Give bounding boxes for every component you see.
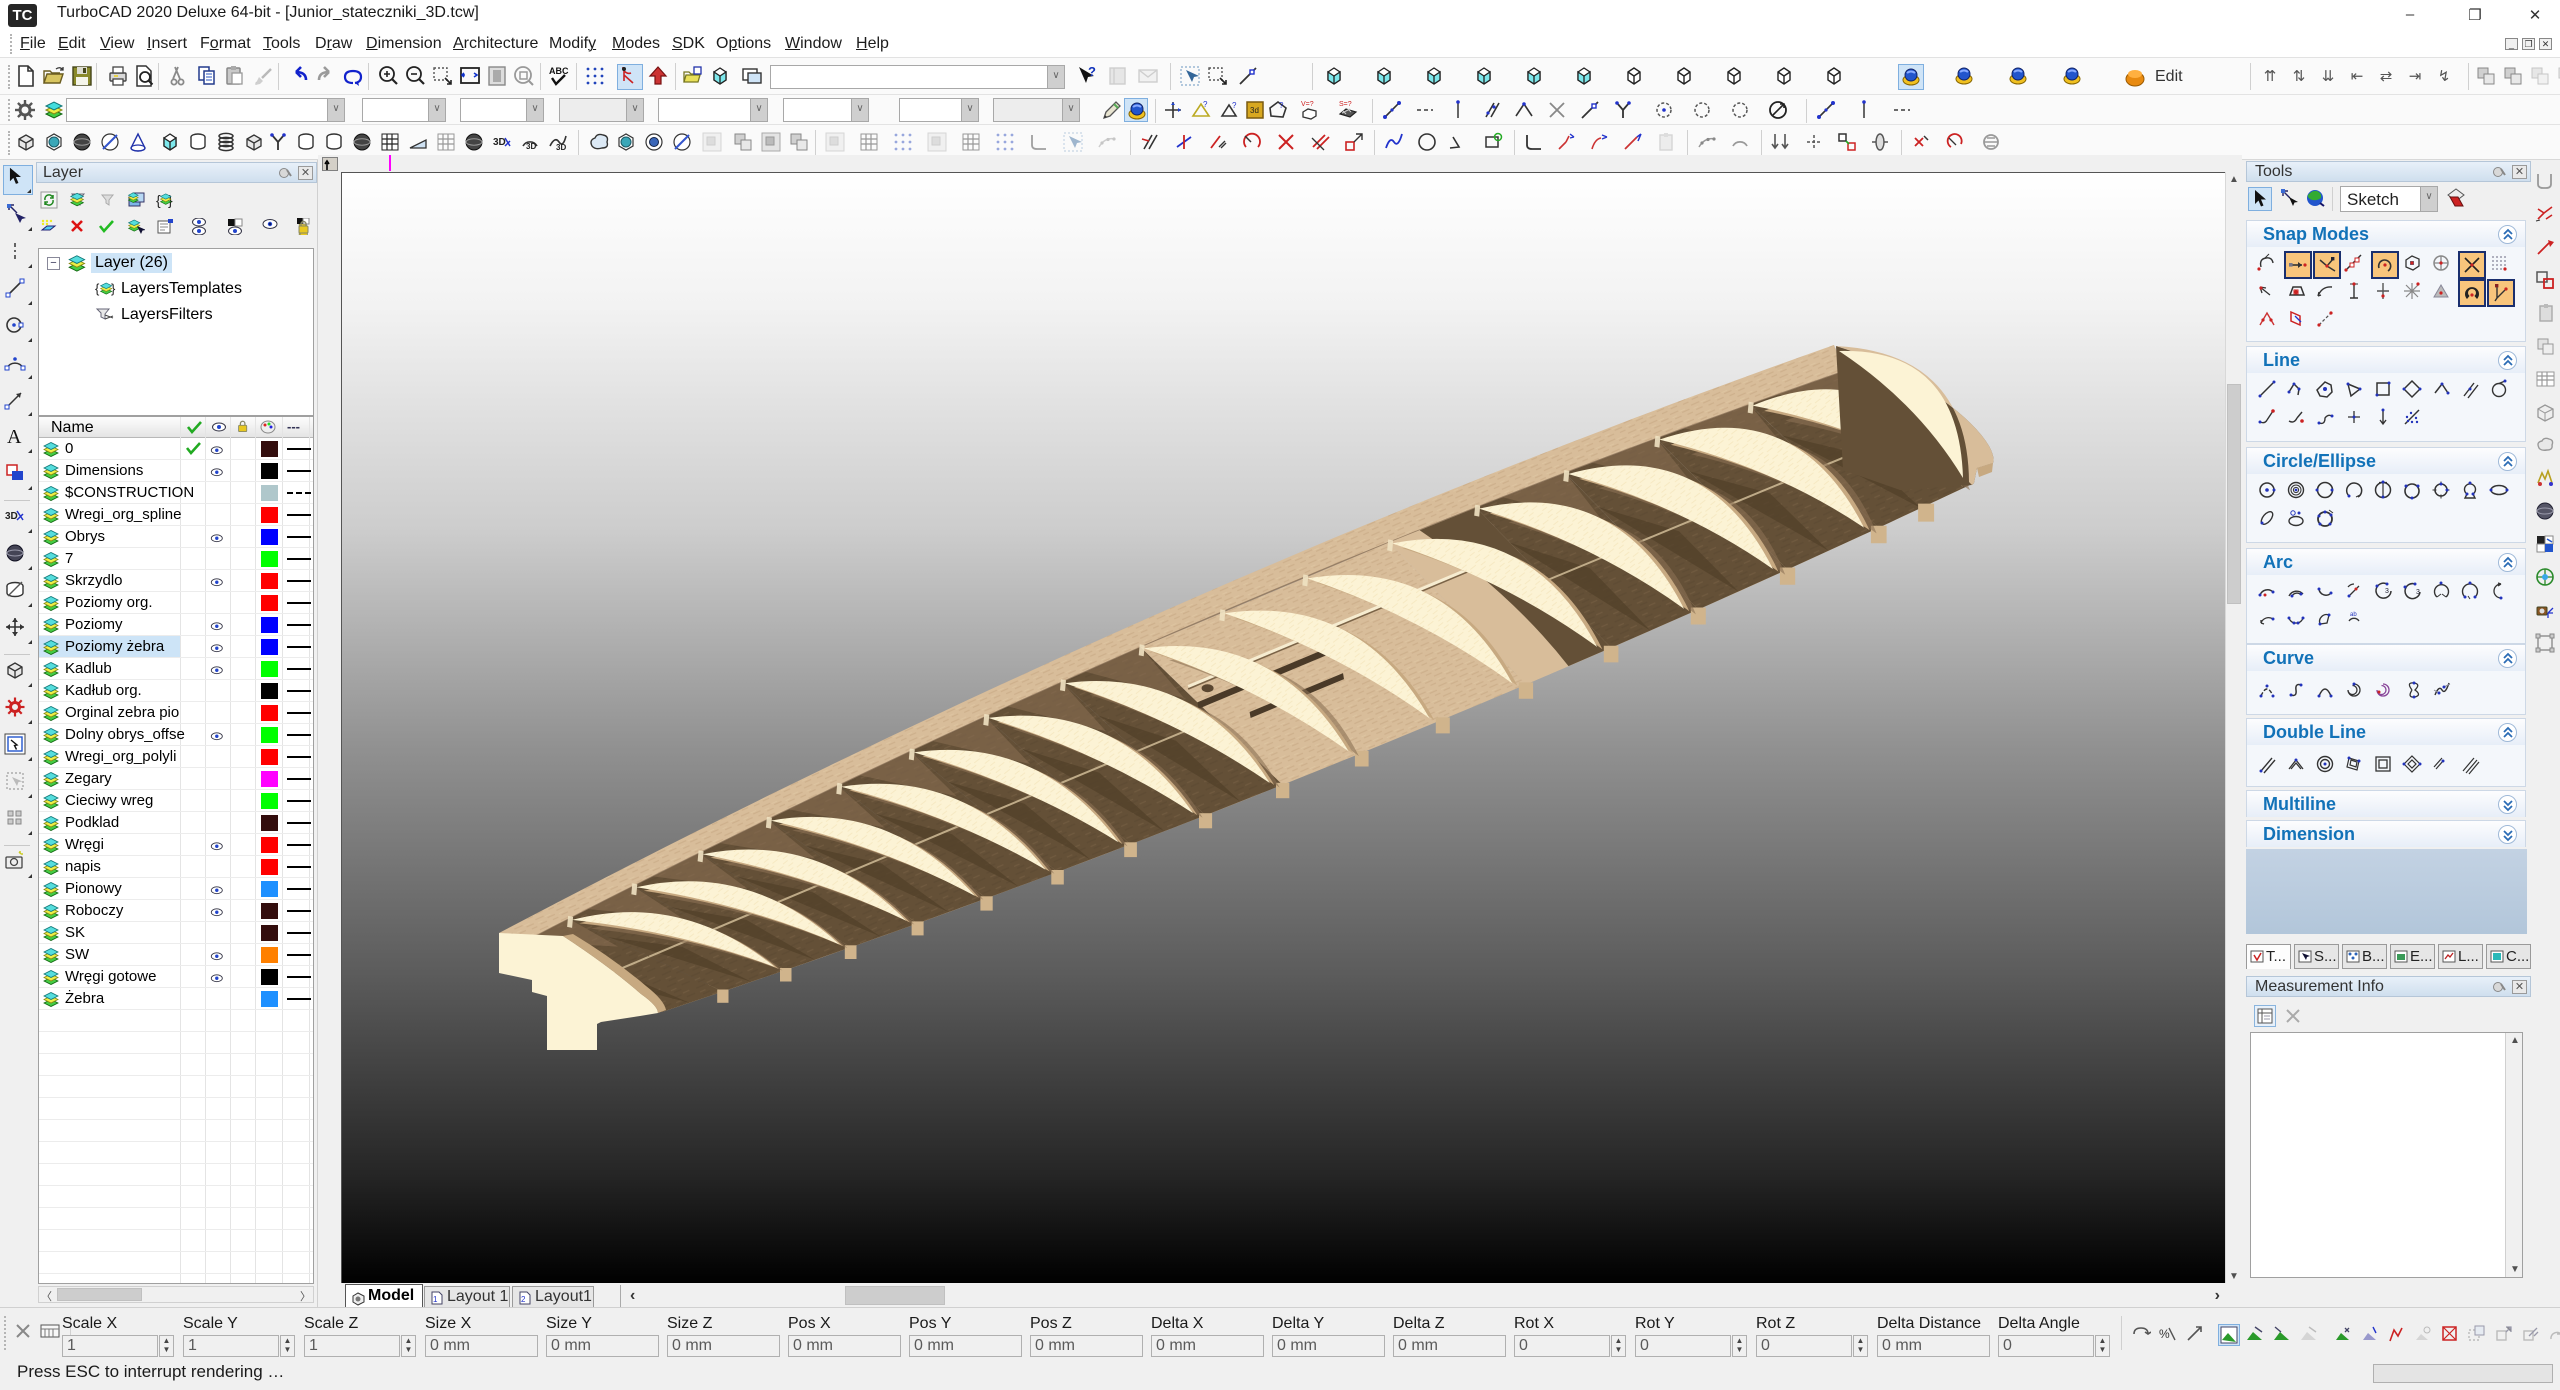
svg-text:1: 1 xyxy=(433,1295,438,1304)
svg-text:2: 2 xyxy=(521,1295,526,1304)
svg-text:3: 3 xyxy=(2416,589,2420,596)
svg-text:ab: ab xyxy=(2350,612,2357,618)
svg-text:A: A xyxy=(7,426,22,448)
svg-text:{: { xyxy=(156,192,161,208)
svg-text:?: ? xyxy=(1232,101,1237,110)
svg-text:V=?: V=? xyxy=(1301,101,1314,108)
svg-text:?: ? xyxy=(1279,101,1284,110)
svg-text:3d: 3d xyxy=(1250,106,1259,115)
svg-text:?: ? xyxy=(1088,64,1096,79)
svg-text:ABC: ABC xyxy=(549,66,569,76)
svg-text:%: % xyxy=(2159,1327,2170,1341)
svg-text:3D: 3D xyxy=(556,143,566,152)
svg-text:{: { xyxy=(95,281,100,296)
svg-text:S=?: S=? xyxy=(1339,101,1352,108)
svg-text:3: 3 xyxy=(2385,588,2389,595)
svg-text:3D: 3D xyxy=(526,142,536,151)
svg-text:}: } xyxy=(111,281,116,296)
svg-text:?: ? xyxy=(1203,100,1208,109)
svg-text:3D: 3D xyxy=(5,511,18,522)
svg-text:3D: 3D xyxy=(493,137,506,148)
